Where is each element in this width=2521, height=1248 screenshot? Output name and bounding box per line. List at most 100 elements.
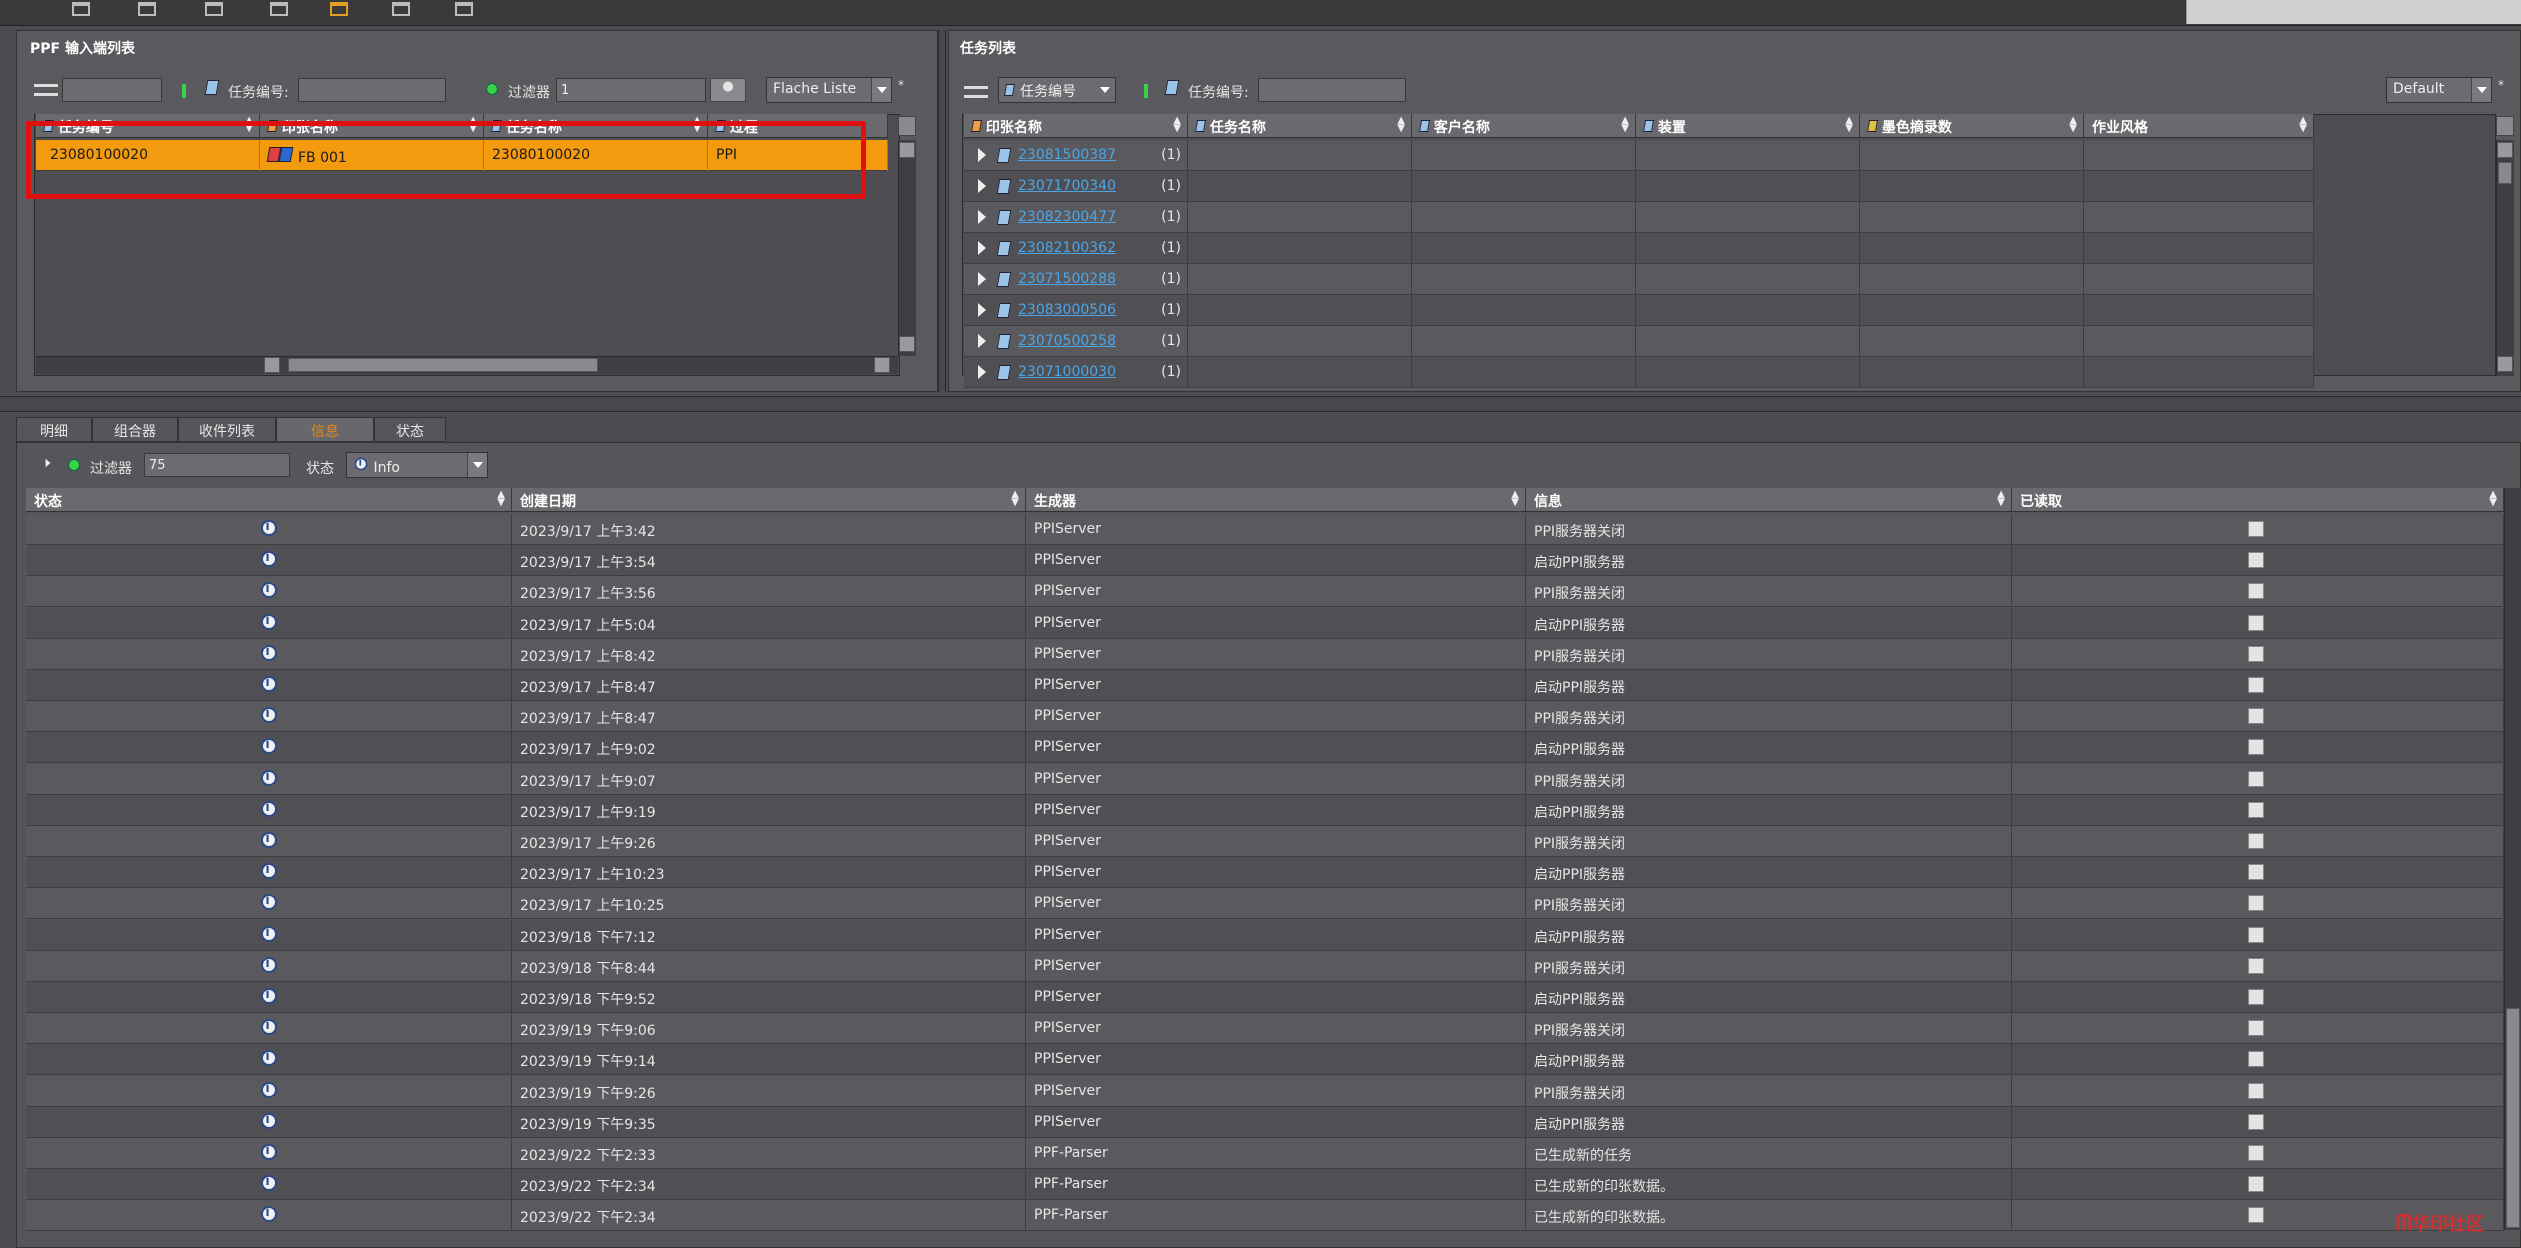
read-checkbox[interactable] xyxy=(2248,1020,2264,1037)
read-checkbox[interactable] xyxy=(2248,1051,2264,1068)
expand-row-icon[interactable] xyxy=(978,365,986,379)
right-vscroll[interactable] xyxy=(2496,140,2514,376)
read-checkbox[interactable] xyxy=(2248,926,2264,943)
scroll-thumb[interactable] xyxy=(2498,162,2512,184)
job-link[interactable]: 23070500258 xyxy=(1018,333,1116,349)
toolbar-icon-4[interactable] xyxy=(270,2,288,16)
read-checkbox[interactable] xyxy=(2248,521,2264,537)
expand-row-icon[interactable] xyxy=(978,241,986,255)
job-link[interactable]: 23083000506 xyxy=(1018,302,1116,318)
expand-row-icon[interactable] xyxy=(978,334,986,348)
bottom-filter-input[interactable] xyxy=(144,453,290,477)
left-group-field[interactable] xyxy=(62,78,162,102)
bottom-vscroll[interactable] xyxy=(2504,488,2521,1230)
table-row[interactable]: 23082100362 (1) xyxy=(964,233,2314,264)
toolbar-icon-3[interactable] xyxy=(205,2,223,16)
list-item[interactable]: 2023/9/19 下午9:35PPIServer启动PPI服务器 xyxy=(26,1106,2504,1138)
right-col-sheet[interactable]: 印张名称 ▲ ▼ xyxy=(964,114,1188,138)
read-checkbox[interactable] xyxy=(2248,1145,2264,1161)
list-item[interactable]: 2023/9/17 上午5:04PPIServer启动PPI服务器 xyxy=(26,607,2504,639)
tab-3[interactable]: 信息 xyxy=(276,417,374,442)
list-item[interactable]: 2023/9/17 上午9:07PPIServerPPI服务器关闭 xyxy=(26,763,2504,795)
job-link[interactable]: 23082100362 xyxy=(1018,240,1116,256)
tab-4[interactable]: 状态 xyxy=(374,417,446,442)
left-view-select[interactable]: Flache Liste xyxy=(766,77,892,103)
right-col-ink[interactable]: 墨色摘录数 ▲ ▼ xyxy=(1860,114,2084,138)
group-icon[interactable] xyxy=(34,84,58,96)
list-item[interactable]: 2023/9/22 下午2:34PPF-Parser已生成新的印张数据。 xyxy=(26,1200,2504,1232)
table-row[interactable]: 23083000506 (1) xyxy=(964,295,2314,326)
column-chooser-icon[interactable] xyxy=(2496,116,2514,136)
scroll-down-icon[interactable] xyxy=(899,336,915,352)
list-item[interactable]: 2023/9/18 下午8:44PPIServerPPI服务器关闭 xyxy=(26,950,2504,982)
right-group-select[interactable]: 任务编号 xyxy=(998,77,1116,103)
right-view-select[interactable]: Default xyxy=(2386,77,2492,103)
table-row[interactable]: 23071000030 (1) xyxy=(964,357,2314,388)
tab-2[interactable]: 收件列表 xyxy=(178,417,276,442)
toolbar-icon-7[interactable] xyxy=(455,2,473,16)
list-item[interactable]: 2023/9/18 下午9:52PPIServer启动PPI服务器 xyxy=(26,982,2504,1013)
read-checkbox[interactable] xyxy=(2248,1113,2264,1130)
horizontal-splitter[interactable] xyxy=(0,396,2521,412)
read-checkbox[interactable] xyxy=(2248,957,2264,974)
job-link[interactable]: 23081500387 xyxy=(1018,147,1116,163)
list-item[interactable]: 2023/9/17 上午10:25PPIServerPPI服务器关闭 xyxy=(26,888,2504,920)
bottom-col-read[interactable]: 已读取 ▲ ▼ xyxy=(2012,488,2504,512)
job-link[interactable]: 23071700340 xyxy=(1018,178,1116,194)
right-task-no-input[interactable] xyxy=(1258,78,1406,102)
list-item[interactable]: 2023/9/17 上午10:23PPIServer启动PPI服务器 xyxy=(26,857,2504,889)
read-checkbox[interactable] xyxy=(2248,1082,2264,1099)
expand-row-icon[interactable] xyxy=(978,303,986,317)
expand-row-icon[interactable] xyxy=(978,148,986,162)
bottom-col-generator[interactable]: 生成器 ▲ ▼ xyxy=(1026,488,1526,512)
read-checkbox[interactable] xyxy=(2248,614,2264,631)
read-checkbox[interactable] xyxy=(2248,645,2264,662)
list-item[interactable]: 2023/9/17 上午8:47PPIServerPPI服务器关闭 xyxy=(26,701,2504,733)
scroll-left-icon[interactable] xyxy=(264,357,280,373)
job-link[interactable]: 23071500288 xyxy=(1018,271,1116,287)
column-chooser-icon[interactable] xyxy=(898,116,916,136)
toolbar-icon-2[interactable] xyxy=(138,2,156,16)
scroll-thumb[interactable] xyxy=(288,358,598,372)
toolbar-icon-6[interactable] xyxy=(392,2,410,16)
list-item[interactable]: 2023/9/19 下午9:14PPIServer启动PPI服务器 xyxy=(26,1044,2504,1076)
filter-search-button[interactable]: ● xyxy=(710,78,746,102)
read-checkbox[interactable] xyxy=(2248,1207,2264,1224)
list-item[interactable]: 2023/9/17 上午9:02PPIServer启动PPI服务器 xyxy=(26,732,2504,764)
toolbar-icon-1[interactable] xyxy=(72,2,90,16)
scroll-down-icon[interactable] xyxy=(2497,356,2513,372)
state-select[interactable]: Info xyxy=(346,452,488,478)
left-hscroll[interactable] xyxy=(36,356,898,374)
read-checkbox[interactable] xyxy=(2248,583,2264,600)
list-item[interactable]: 2023/9/22 下午2:33PPF-Parser已生成新的任务 xyxy=(26,1138,2504,1169)
read-checkbox[interactable] xyxy=(2248,552,2264,569)
list-item[interactable]: 2023/9/19 下午9:26PPIServerPPI服务器关闭 xyxy=(26,1075,2504,1107)
right-col-style[interactable]: 作业风格 ▲ ▼ xyxy=(2084,114,2314,138)
right-col-device[interactable]: 装置 ▲ ▼ xyxy=(1636,114,1860,138)
tab-1[interactable]: 组合器 xyxy=(92,417,178,442)
scroll-up-icon[interactable] xyxy=(899,142,915,158)
list-item[interactable]: 2023/9/17 上午8:42PPIServerPPI服务器关闭 xyxy=(26,638,2504,670)
scroll-right-icon[interactable] xyxy=(874,357,890,373)
vertical-splitter[interactable] xyxy=(938,30,946,392)
list-item[interactable]: 2023/9/22 下午2:34PPF-Parser已生成新的印张数据。 xyxy=(26,1169,2504,1201)
left-task-no-input[interactable] xyxy=(298,78,446,102)
list-item[interactable]: 2023/9/17 上午9:19PPIServer启动PPI服务器 xyxy=(26,794,2504,826)
read-checkbox[interactable] xyxy=(2248,895,2264,912)
list-item[interactable]: 2023/9/17 上午3:56PPIServerPPI服务器关闭 xyxy=(26,576,2504,608)
expand-row-icon[interactable] xyxy=(978,179,986,193)
read-checkbox[interactable] xyxy=(2248,1176,2264,1193)
read-checkbox[interactable] xyxy=(2248,739,2264,756)
bottom-col-info[interactable]: 信息 ▲ ▼ xyxy=(1526,488,2012,512)
expand-filter-icon[interactable] xyxy=(45,458,51,468)
read-checkbox[interactable] xyxy=(2248,708,2264,725)
expand-row-icon[interactable] xyxy=(978,272,986,286)
table-row[interactable]: 23081500387 (1) xyxy=(964,140,2314,171)
right-col-job[interactable]: 任务名称 ▲ ▼ xyxy=(1188,114,1412,138)
read-checkbox[interactable] xyxy=(2248,864,2264,881)
list-item[interactable]: 2023/9/19 下午9:06PPIServerPPI服务器关闭 xyxy=(26,1013,2504,1045)
table-row[interactable]: 23071500288 (1) xyxy=(964,264,2314,295)
job-link[interactable]: 23082300477 xyxy=(1018,209,1116,225)
list-item[interactable]: 2023/9/18 下午7:12PPIServer启动PPI服务器 xyxy=(26,919,2504,951)
right-col-customer[interactable]: 客户名称 ▲ ▼ xyxy=(1412,114,1636,138)
